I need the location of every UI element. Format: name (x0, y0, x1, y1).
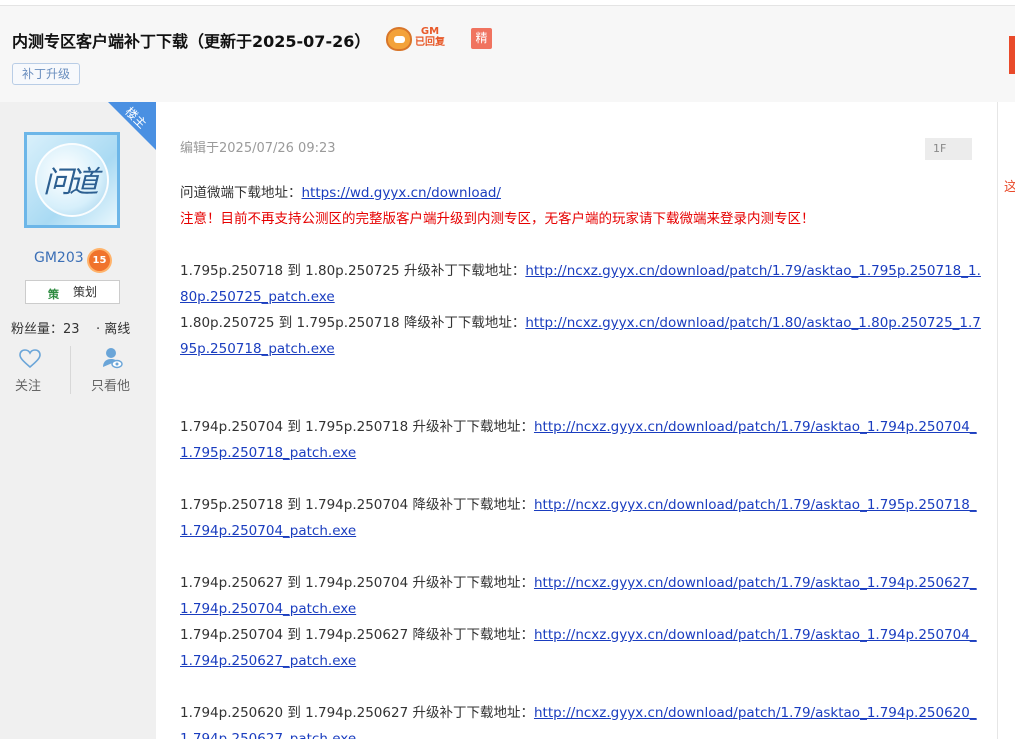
patch-label: 1.795p.250718 到 1.794p.250704 降级补丁下载地址： (180, 497, 534, 513)
heart-icon[interactable] (19, 349, 41, 369)
patch-link[interactable]: http://ncxz.gyyx.cn/download/patch/1.79/… (534, 419, 977, 435)
patch-link[interactable]: http://ncxz.gyyx.cn/download/patch/1.79/… (534, 627, 977, 643)
page-title: 内测专区客户端补丁下载（更新于2025-07-26） (12, 32, 371, 51)
divider (70, 346, 71, 394)
author-name[interactable]: GM203 (34, 250, 84, 266)
patch-link[interactable]: http://ncxz.gyyx.cn/download/patch/1.79/… (534, 575, 977, 591)
patch-line: 1.794p.250704 到 1.794p.250627 降级补丁下载地址：h… (180, 622, 977, 648)
patch-line: 1.795p.250718 到 1.794p.250704 降级补丁下载地址：h… (180, 492, 977, 518)
corner-label: 楼主 (122, 104, 150, 132)
patch-link-continued[interactable]: 1.794p.250704_patch.exe (180, 518, 356, 544)
only-view-author-button[interactable]: 只看他 (91, 375, 130, 394)
patch-link-continued[interactable]: 1.795p.250718_patch.exe (180, 440, 356, 466)
patch-link[interactable]: http://ncxz.gyyx.cn/download/patch/1.79/… (534, 705, 977, 721)
thread-header: 内测专区客户端补丁下载（更新于2025-07-26） GM 已回复 精 补丁升级 (0, 6, 1015, 102)
client-download-line: 问道微端下载地址：https://wd.gyyx.cn/download/ (180, 180, 501, 206)
gm-replied-badge: GM 已回复 (386, 24, 452, 54)
patch-link[interactable]: http://ncxz.gyyx.cn/download/patch/1.79/… (534, 497, 977, 513)
patch-label: 1.794p.250627 到 1.794p.250704 升级补丁下载地址： (180, 575, 534, 591)
patch-label: 1.794p.250704 到 1.794p.250627 降级补丁下载地址： (180, 627, 534, 643)
warning-text: 注意！目前不再支持公测区的完整版客户端升级到内测专区，无客户端的玩家请下载微端来… (180, 211, 815, 227)
edit-timestamp: 编辑于2025/07/26 09:23 (180, 141, 336, 156)
follow-button[interactable]: 关注 (15, 375, 41, 394)
fans-label: 粉丝量： (11, 322, 64, 337)
patch-line: 1.794p.250627 到 1.794p.250704 升级补丁下载地址：h… (180, 570, 977, 596)
role-icon: 策 (48, 288, 59, 301)
patch-line: 1.795p.250718 到 1.80p.250725 升级补丁下载地址：ht… (180, 258, 981, 284)
patch-link-continued[interactable]: 95p.250718_patch.exe (180, 336, 335, 362)
role-badge: 策 策划 (25, 280, 120, 304)
floor-number: 1F (925, 138, 972, 160)
patch-label: 1.794p.250704 到 1.795p.250718 升级补丁下载地址： (180, 419, 534, 435)
gm-mascot-icon (386, 27, 412, 51)
gm-badge-line1: GM (420, 26, 440, 37)
patch-line: 1.794p.250620 到 1.794p.250627 升级补丁下载地址：h… (180, 700, 977, 726)
patch-line: 1.80p.250725 到 1.795p.250718 降级补丁下载地址：ht… (180, 310, 981, 336)
client-download-link[interactable]: https://wd.gyyx.cn/download/ (302, 185, 501, 201)
avatar[interactable]: 问道 (24, 132, 120, 228)
patch-label: 1.794p.250620 到 1.794p.250627 升级补丁下载地址： (180, 705, 534, 721)
patch-line: 1.794p.250704 到 1.795p.250718 升级补丁下载地址：h… (180, 414, 977, 440)
patch-link-continued[interactable]: 1.794p.250704_patch.exe (180, 596, 356, 622)
patch-link[interactable]: http://ncxz.gyyx.cn/download/patch/1.80/… (525, 315, 981, 331)
online-status: · 离线 (96, 322, 131, 337)
client-download-label: 问道微端下载地址： (180, 185, 302, 201)
tag-patch-upgrade[interactable]: 补丁升级 (12, 63, 81, 85)
fans-value: 23 (63, 322, 80, 337)
patch-link-continued[interactable]: 1.794p.250627_patch.exe (180, 726, 356, 739)
patch-link-continued[interactable]: 1.794p.250627_patch.exe (180, 648, 356, 674)
avatar-glyph: 问道 (43, 165, 99, 200)
patch-label: 1.80p.250725 到 1.795p.250718 降级补丁下载地址： (180, 315, 526, 331)
gm-badge-line2: 已回复 (415, 37, 445, 48)
featured-badge: 精 (471, 28, 492, 49)
side-tab[interactable] (1009, 36, 1015, 74)
user-eye-icon[interactable] (101, 347, 123, 369)
patch-label: 1.795p.250718 到 1.80p.250725 升级补丁下载地址： (180, 263, 526, 279)
patch-link-continued[interactable]: 80p.250725_patch.exe (180, 284, 335, 310)
fans-count: 粉丝量：23 (11, 318, 80, 337)
patch-link[interactable]: http://ncxz.gyyx.cn/download/patch/1.79/… (525, 263, 981, 279)
right-panel (997, 102, 1015, 739)
level-badge: 15 (89, 250, 110, 271)
right-panel-text: 这 (1004, 180, 1015, 195)
role-label: 策划 (73, 285, 98, 299)
